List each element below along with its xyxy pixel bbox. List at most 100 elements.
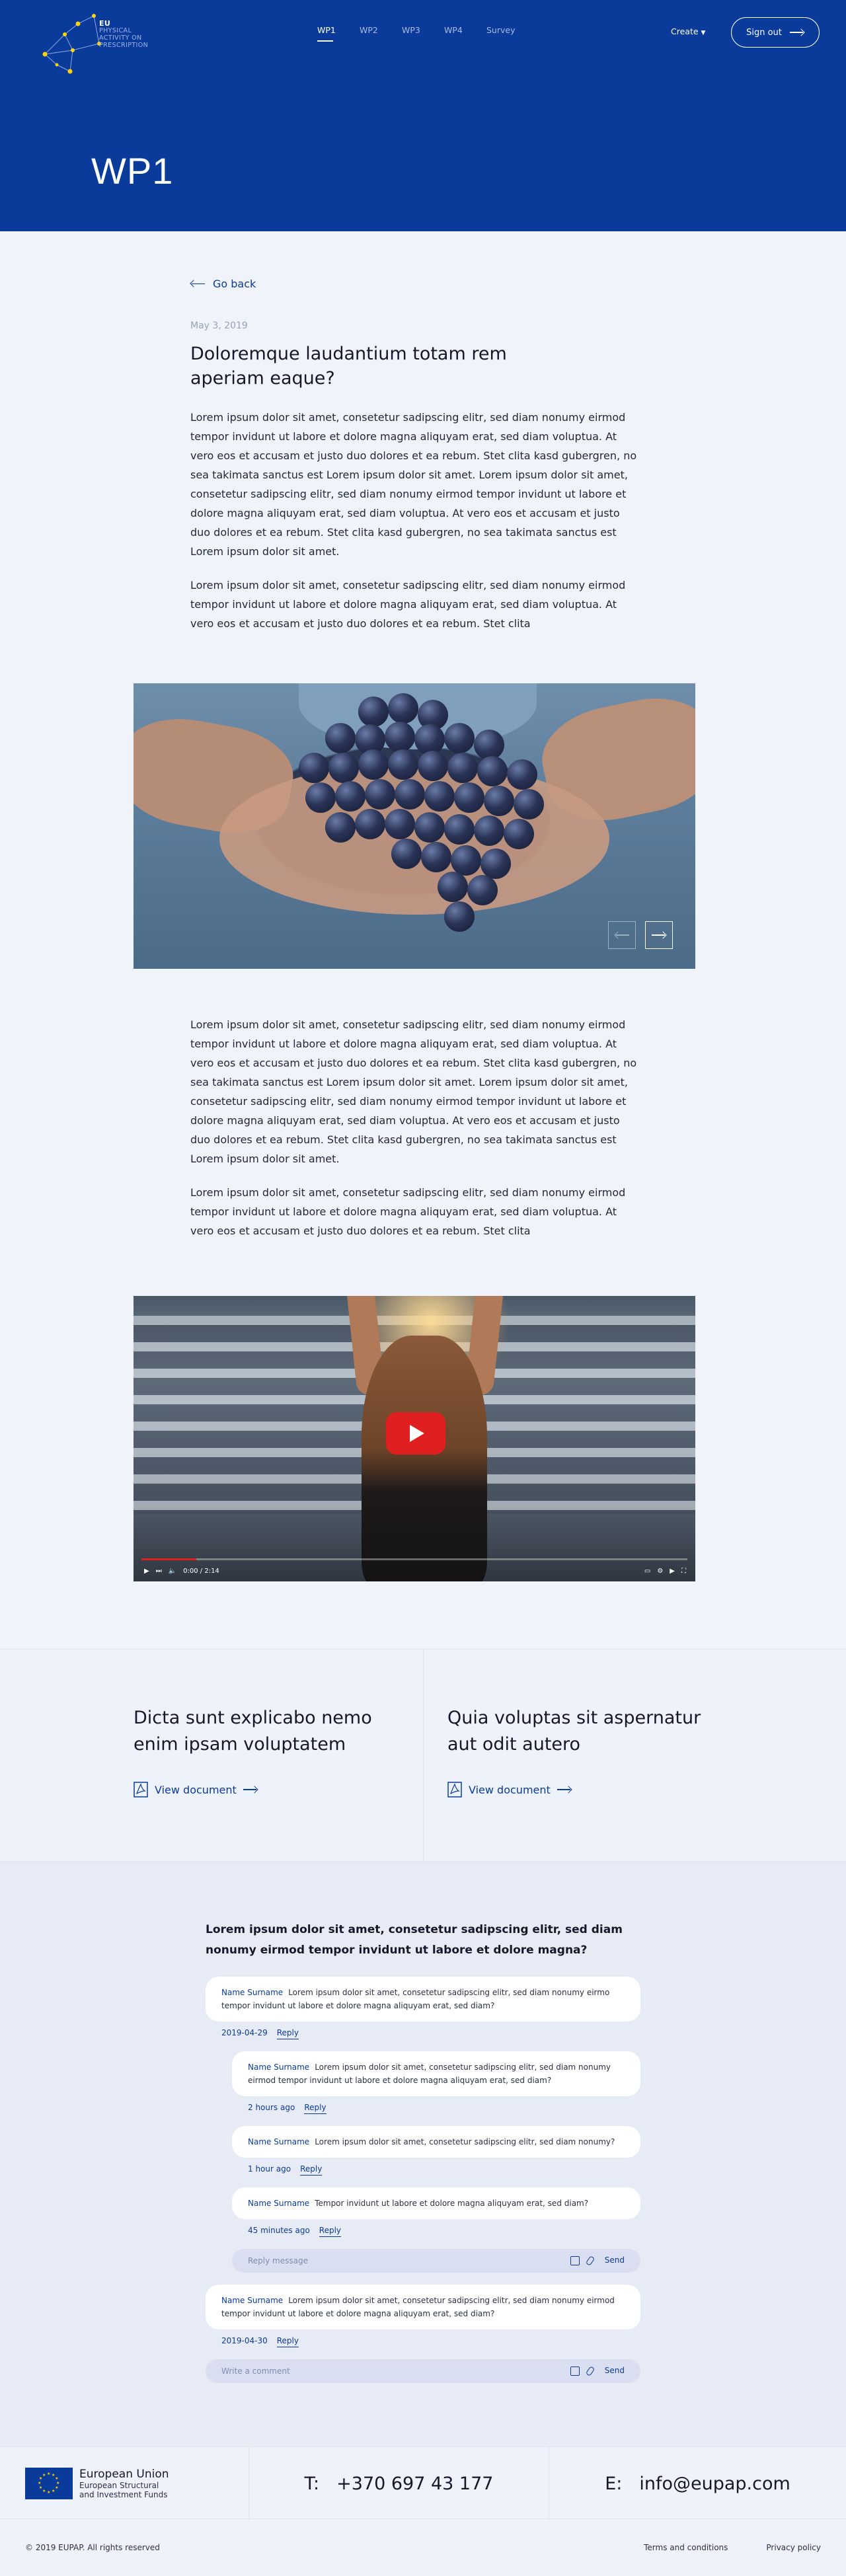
comment-author[interactable]: Name Surname bbox=[221, 1988, 283, 1997]
create-dropdown[interactable]: Create ▼ bbox=[671, 26, 705, 36]
logo-text[interactable]: EU PHYSICAL ACTIVITY ON PRESCRIPTION bbox=[99, 20, 148, 49]
gallery-next-button[interactable] bbox=[645, 921, 673, 949]
send-button[interactable]: Send bbox=[605, 2366, 625, 2375]
comment-bubble: Name Surname Lorem ipsum dolor sit amet, … bbox=[206, 1977, 640, 2022]
video-controls-left: ▶ ⏭ 🔈 0:00 / 2:14 bbox=[144, 1568, 219, 1575]
grape bbox=[421, 842, 451, 872]
view-document-label: View document bbox=[469, 1783, 551, 1796]
comment-bubble: Name Surname Lorem ipsum dolor sit amet, … bbox=[206, 2285, 640, 2330]
create-label: Create bbox=[671, 26, 699, 36]
main-nav: WP1 WP2 WP3 WP4 Survey bbox=[317, 25, 529, 42]
terms-link[interactable]: Terms and conditions bbox=[644, 2543, 728, 2552]
eu-star-icon: ★ bbox=[42, 2472, 46, 2478]
attachment-icon[interactable] bbox=[585, 2365, 596, 2377]
grape bbox=[305, 782, 336, 813]
reply-bubble: Name Surname Tempor invidunt ut labore et… bbox=[232, 2187, 640, 2219]
play-button[interactable] bbox=[386, 1412, 445, 1455]
eu-sub-line: and Investment Funds bbox=[79, 2490, 168, 2499]
comment-author[interactable]: Name Surname bbox=[248, 2063, 309, 2072]
gallery-prev-button[interactable] bbox=[608, 921, 636, 949]
image-upload-icon[interactable] bbox=[570, 2367, 580, 2376]
eu-funding-badge: ★ ★ ★ ★ ★ ★ ★ ★ ★ ★ ★ ★ European Union European Str… bbox=[0, 2447, 249, 2520]
grape bbox=[414, 724, 445, 755]
sign-out-button[interactable]: Sign out bbox=[731, 17, 820, 48]
next-icon[interactable]: ⏭ bbox=[156, 1568, 162, 1575]
grape bbox=[391, 839, 422, 869]
comments-section: Lorem ipsum dolor sit amet, consetetur s… bbox=[0, 1862, 846, 2446]
grape bbox=[385, 809, 415, 839]
grape bbox=[414, 812, 445, 843]
eu-name: European Union bbox=[79, 2468, 169, 2481]
logo-line-3: ACTIVITY ON bbox=[99, 34, 142, 42]
document-title: Dicta sunt explicabo nemo enim ipsam vol… bbox=[134, 1708, 372, 1755]
comment-author[interactable]: Name Surname bbox=[248, 2137, 309, 2146]
go-back-link[interactable]: Go back bbox=[190, 278, 640, 290]
settings-icon[interactable]: ⚙ bbox=[657, 1568, 663, 1575]
eu-star-icon: ★ bbox=[52, 2489, 56, 2494]
article-paragraph: Lorem ipsum dolor sit amet, consetetur s… bbox=[190, 1186, 626, 1237]
grape bbox=[447, 753, 478, 783]
grape bbox=[325, 723, 356, 753]
fullscreen-icon[interactable]: ⛶ bbox=[681, 1568, 686, 1575]
attachment-icon[interactable] bbox=[585, 2255, 596, 2267]
youtube-icon[interactable]: ▶ bbox=[670, 1568, 675, 1575]
discussion-question: Lorem ipsum dolor sit amet, consetetur s… bbox=[206, 1923, 623, 1957]
grape bbox=[477, 756, 508, 786]
arrow-right-icon bbox=[652, 932, 666, 938]
grape bbox=[481, 849, 511, 879]
eu-star-icon: ★ bbox=[55, 2485, 59, 2490]
volume-icon[interactable]: 🔈 bbox=[169, 1568, 176, 1575]
reply-button[interactable]: Reply bbox=[304, 2103, 327, 2114]
article-headline: Doloremque laudantium totam rem aperiam … bbox=[190, 344, 507, 389]
logo-line-2: PHYSICAL bbox=[99, 27, 132, 34]
grape bbox=[467, 875, 498, 905]
comment-input[interactable]: Write a comment Send bbox=[206, 2359, 640, 2383]
pdf-document-icon bbox=[447, 1782, 462, 1798]
grape bbox=[444, 723, 475, 753]
grape bbox=[474, 730, 504, 760]
comment-author[interactable]: Name Surname bbox=[248, 2199, 309, 2208]
article-paragraph: Lorem ipsum dolor sit amet, consetetur s… bbox=[190, 579, 626, 630]
privacy-link[interactable]: Privacy policy bbox=[766, 2543, 821, 2552]
grape bbox=[444, 901, 475, 932]
nav-item-survey[interactable]: Survey bbox=[486, 25, 529, 42]
grape bbox=[365, 779, 395, 810]
reply-button[interactable]: Reply bbox=[300, 2164, 323, 2176]
logo-line-eu: EU bbox=[99, 19, 111, 28]
reply-button[interactable]: Reply bbox=[319, 2226, 342, 2237]
grape bbox=[355, 809, 385, 839]
video-player[interactable]: ▶ ⏭ 🔈 0:00 / 2:14 ▭ ⚙ ▶ ⛶ bbox=[134, 1296, 695, 1581]
send-button[interactable]: Send bbox=[605, 2255, 625, 2265]
nav-item-wp2[interactable]: WP2 bbox=[360, 25, 402, 42]
phone-link[interactable]: +370 697 43 177 bbox=[336, 2474, 493, 2494]
play-icon[interactable]: ▶ bbox=[144, 1568, 149, 1575]
eu-star-icon: ★ bbox=[47, 2472, 51, 2476]
view-document-link[interactable]: View document bbox=[447, 1782, 572, 1798]
email-link[interactable]: info@eupap.com bbox=[639, 2474, 790, 2494]
nav-item-wp1[interactable]: WP1 bbox=[317, 25, 360, 42]
grape bbox=[507, 759, 537, 790]
comment-meta: 2019-04-30 Reply bbox=[221, 2336, 640, 2347]
comment-meta: 45 minutes ago Reply bbox=[248, 2226, 640, 2237]
reply-input[interactable]: Reply message Send bbox=[232, 2249, 640, 2273]
image-upload-icon[interactable] bbox=[570, 2256, 580, 2265]
comment-time: 2019-04-29 bbox=[221, 2028, 268, 2037]
grape bbox=[358, 749, 389, 780]
email-cell: E: info@eupap.com bbox=[549, 2447, 846, 2520]
article-paragraph: Lorem ipsum dolor sit amet, consetetur s… bbox=[190, 1018, 637, 1165]
reply-button[interactable]: Reply bbox=[276, 2028, 299, 2039]
nav-item-wp3[interactable]: WP3 bbox=[402, 25, 444, 42]
video-progress-bar[interactable] bbox=[141, 1558, 687, 1560]
reply-button[interactable]: Reply bbox=[276, 2336, 299, 2347]
grape bbox=[388, 693, 418, 724]
eu-star-icon: ★ bbox=[42, 2489, 46, 2494]
grape bbox=[299, 753, 329, 783]
captions-icon[interactable]: ▭ bbox=[644, 1568, 650, 1575]
footer: ★ ★ ★ ★ ★ ★ ★ ★ ★ ★ ★ ★ European Union European Str… bbox=[0, 2446, 846, 2576]
arrow-right-icon bbox=[789, 29, 804, 36]
comment-text: Lorem ipsum dolor sit amet, consetetur s… bbox=[315, 2137, 615, 2146]
nav-item-wp4[interactable]: WP4 bbox=[444, 25, 486, 42]
comment-author[interactable]: Name Surname bbox=[221, 2296, 283, 2305]
grape bbox=[385, 722, 415, 752]
view-document-link[interactable]: View document bbox=[134, 1782, 258, 1798]
